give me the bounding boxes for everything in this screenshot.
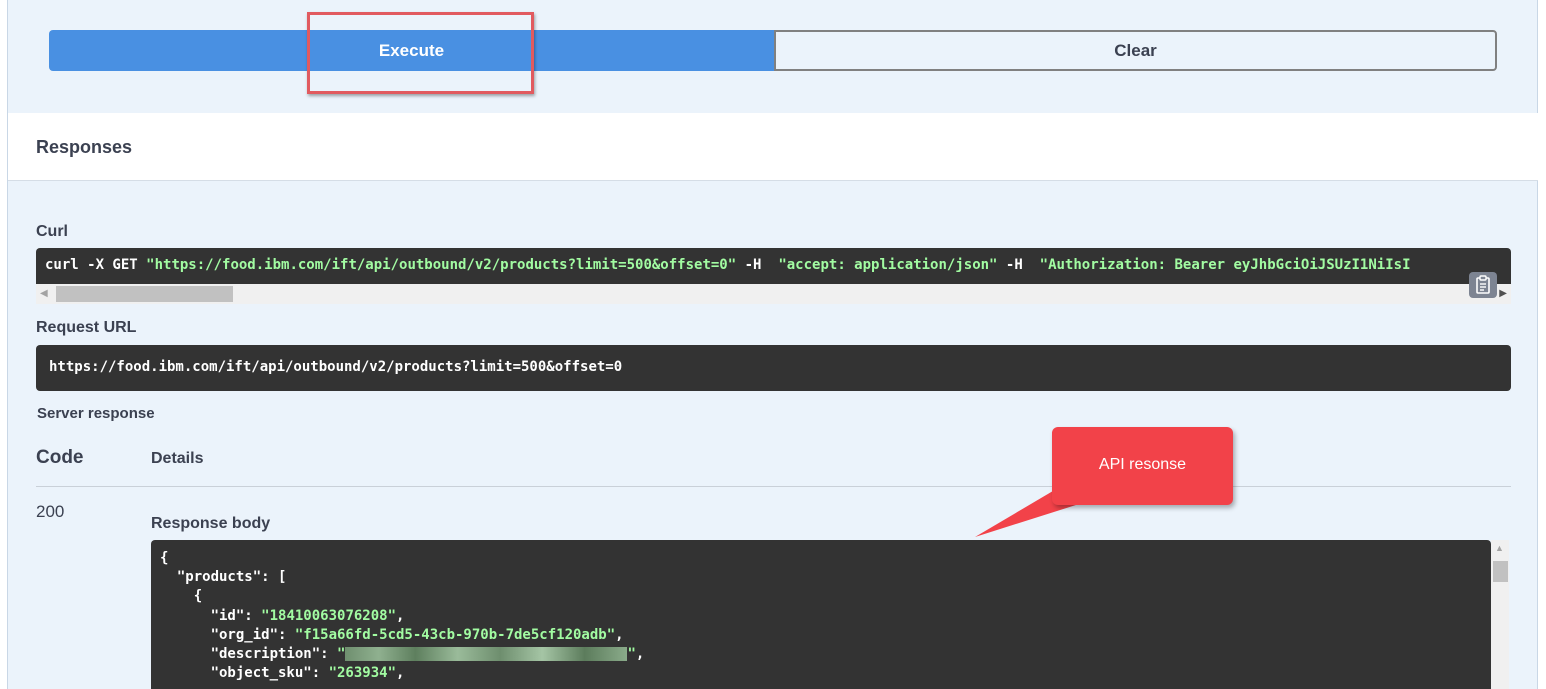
copy-to-clipboard-icon[interactable] [1469,272,1497,298]
response-vertical-scrollbar[interactable]: ▲ [1491,540,1509,689]
curl-command[interactable]: curl -X GET "https://food.ibm.com/ift/ap… [36,248,1511,284]
response-body-label: Response body [151,515,271,532]
json-key: "object_sku": [160,665,329,682]
json-line: "products": [ [160,569,287,586]
execute-highlight-annotation [307,12,534,94]
json-value: "263934" [328,665,397,682]
json-quote: " [337,646,346,663]
responses-header: Responses [8,113,1538,181]
json-key: "description": [160,646,338,663]
execute-wrapper: Execute Clear [49,30,1497,71]
json-key: "org_id": [160,626,295,643]
curl-url: "https://food.ibm.com/ift/api/outbound/v… [146,257,737,273]
scroll-left-icon[interactable]: ◀ [40,288,48,299]
clear-button[interactable]: Clear [774,30,1497,71]
code-column-header: Code [36,447,84,468]
server-response-label: Server response [37,405,155,422]
curl-flag: -H [736,257,779,273]
callout-text: API resonse [1098,456,1187,473]
redacted-value [345,647,628,662]
request-url-label: Request URL [36,319,137,336]
json-line: "id": "18410063076208", [160,607,405,624]
json-line: { [160,550,169,566]
curl-auth-header: "Authorization: Bearer eyJhbGciOiJSUzI1N… [1039,257,1411,273]
request-url-value[interactable]: https://food.ibm.com/ift/api/outbound/v2… [36,345,1511,391]
json-line: "description": " ", [160,646,645,663]
curl-flag: -H [997,257,1040,273]
scroll-thumb[interactable] [1493,561,1508,582]
json-line: "org_id": "f15a66fd-5cd5-43cb-970b-7de5c… [160,626,624,643]
json-value: "18410063076208" [261,607,397,624]
status-code: 200 [36,502,65,521]
json-key: "id": [160,607,262,624]
responses-title: Responses [36,137,133,157]
curl-horizontal-scrollbar[interactable]: ◀ ▶ [36,284,1511,304]
scroll-up-icon[interactable]: ▲ [1495,543,1504,553]
json-line: "object_sku": "263934", [160,665,405,682]
json-quote: " [627,646,636,663]
api-response-callout: API resonse [1052,427,1233,505]
response-body[interactable]: { "products": [ { "id": "18410063076208"… [151,540,1491,689]
details-column-header: Details [151,450,204,467]
table-divider [36,486,1511,487]
curl-label: Curl [36,223,68,240]
json-value: "f15a66fd-5cd5-43cb-970b-7de5cf120adb" [294,626,616,643]
json-line: { [160,588,203,605]
scroll-thumb[interactable] [56,286,233,302]
scroll-right-icon[interactable]: ▶ [1499,288,1507,299]
curl-accept-header: "accept: application/json" [778,257,998,273]
curl-prefix: curl -X GET [45,257,147,273]
